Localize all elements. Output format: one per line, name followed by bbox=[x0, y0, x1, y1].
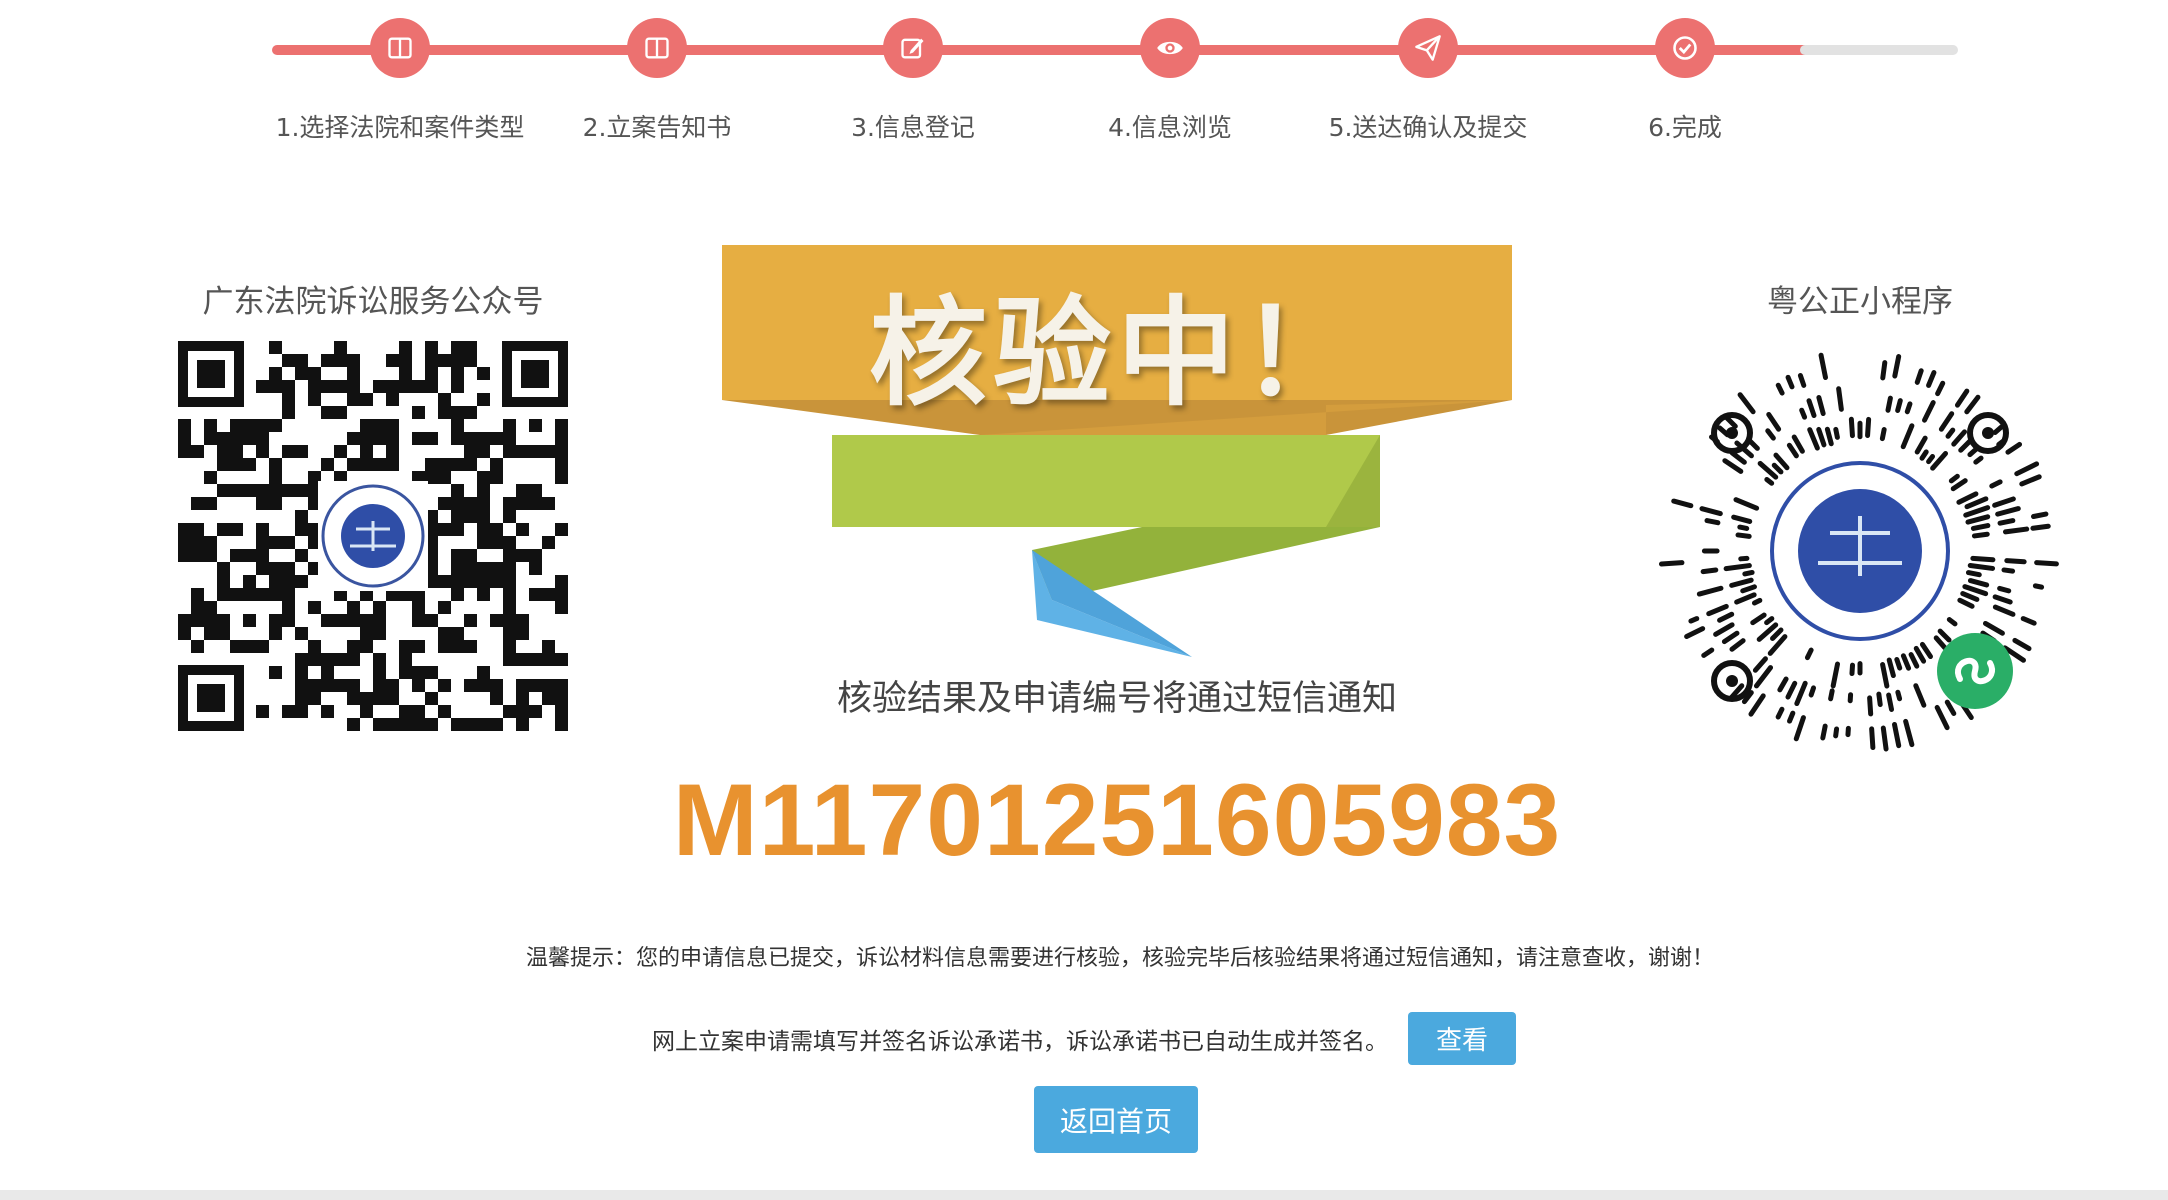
step-label: 5.送达确认及提交 bbox=[1328, 113, 1528, 142]
step-1: 1.选择法院和案件类型 bbox=[250, 18, 550, 144]
step-circle bbox=[883, 18, 943, 78]
eye-icon bbox=[1157, 41, 1183, 55]
step-circle bbox=[1398, 18, 1458, 78]
view-pledge-button[interactable]: 查看 bbox=[1408, 1012, 1516, 1065]
send-icon bbox=[1415, 35, 1441, 61]
layout-columns-icon bbox=[645, 37, 669, 59]
step-3: 3.信息登记 bbox=[763, 18, 1063, 144]
step-6: 6.完成 bbox=[1535, 18, 1835, 144]
pledge-row: 网上立案申请需填写并签名诉讼承诺书，诉讼承诺书已自动生成并签名。 查看 bbox=[0, 1012, 2168, 1065]
back-home-button[interactable]: 返回首页 bbox=[1034, 1086, 1198, 1153]
step-circle bbox=[370, 18, 430, 78]
pledge-text: 网上立案申请需填写并签名诉讼承诺书，诉讼承诺书已自动生成并签名。 bbox=[652, 1028, 1388, 1055]
progress-steps: 1.选择法院和案件类型 2.立案告知书 3.信息登记 4.信息浏览 5.送达确认… bbox=[0, 0, 2168, 150]
banner-title: 核验中！ bbox=[868, 284, 1365, 422]
reminder-tip: 温馨提示：您的申请信息已提交，诉讼材料信息需要进行核验，核验完毕后核验结果将通过… bbox=[525, 946, 1714, 971]
step-label: 6.完成 bbox=[1648, 113, 1722, 142]
step-circle bbox=[627, 18, 687, 78]
step-circle bbox=[1655, 18, 1715, 78]
qr-title: 广东法院诉讼服务公众号 bbox=[202, 284, 544, 320]
step-5: 5.送达确认及提交 bbox=[1278, 18, 1578, 144]
ribbon-middle bbox=[832, 435, 1380, 527]
layout-columns-icon bbox=[388, 37, 412, 59]
edit-icon bbox=[901, 38, 924, 59]
step-label: 1.选择法院和案件类型 bbox=[275, 113, 525, 142]
step-label: 2.立案告知书 bbox=[582, 113, 732, 142]
step-circle bbox=[1140, 18, 1200, 78]
qr-title: 粤公正小程序 bbox=[1767, 284, 1953, 320]
horizontal-scrollbar[interactable] bbox=[0, 1190, 2168, 1200]
application-number: M11701251605983 bbox=[672, 763, 1562, 877]
step-2: 2.立案告知书 bbox=[507, 18, 807, 144]
mini-program-code-icon bbox=[1658, 352, 2059, 752]
sms-notice: 核验结果及申请编号将通过短信通知 bbox=[836, 679, 1397, 719]
qr-code-icon bbox=[178, 341, 568, 731]
step-label: 4.信息浏览 bbox=[1108, 113, 1232, 142]
verifying-banner: 核验中！ bbox=[722, 245, 1512, 665]
step-label: 3.信息登记 bbox=[851, 113, 975, 142]
wechat-account-panel: 广东法院诉讼服务公众号 bbox=[150, 276, 596, 731]
step-4: 4.信息浏览 bbox=[1020, 18, 1320, 144]
check-circle-icon bbox=[1673, 36, 1697, 60]
mini-program-panel: 粤公正小程序 bbox=[1610, 276, 2110, 761]
